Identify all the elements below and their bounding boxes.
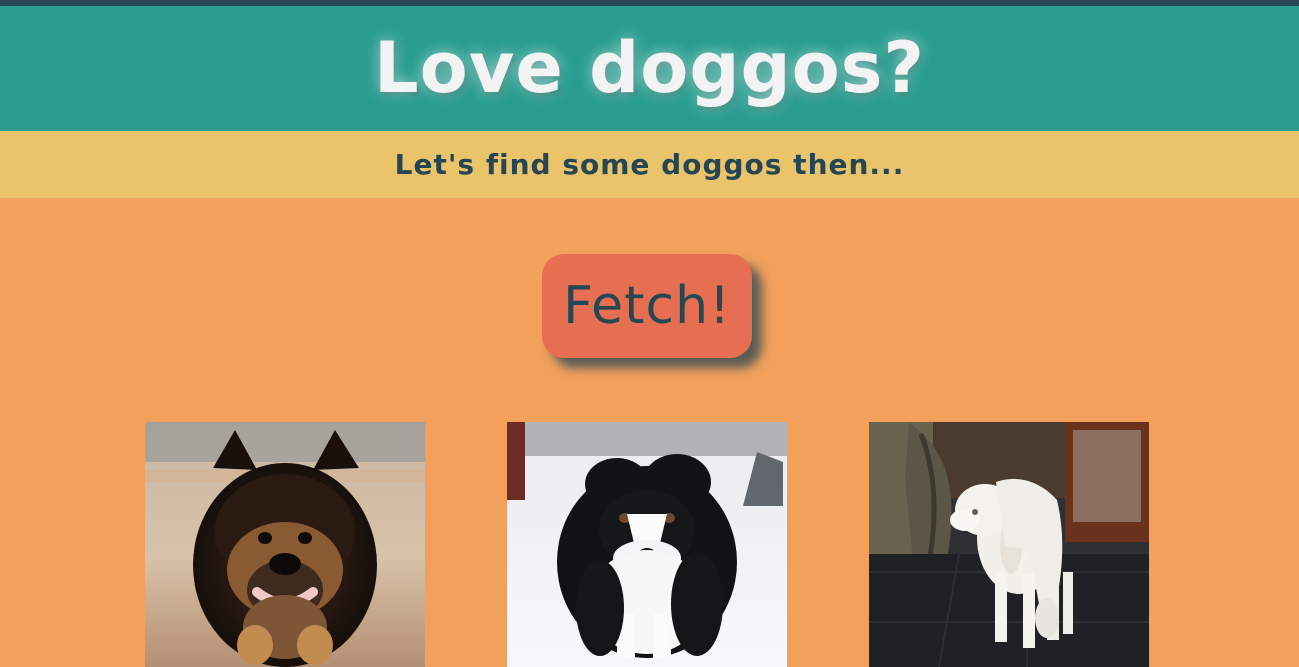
- dog-photo-2: [507, 422, 787, 667]
- page-title: Love doggos?: [374, 26, 925, 109]
- dog-image-2: [507, 422, 787, 667]
- page-header: Love doggos?: [0, 6, 1299, 131]
- fetch-button[interactable]: Fetch!: [542, 254, 752, 358]
- dog-image-3: [869, 422, 1149, 667]
- dog-photo-3: [869, 422, 1149, 667]
- subtitle-banner: Let's find some doggos then...: [0, 131, 1299, 198]
- dog-photo-1: [145, 422, 425, 667]
- dog-image-1: [145, 422, 425, 667]
- subtitle-text: Let's find some doggos then...: [394, 147, 905, 181]
- main-content: Fetch!: [0, 198, 1299, 667]
